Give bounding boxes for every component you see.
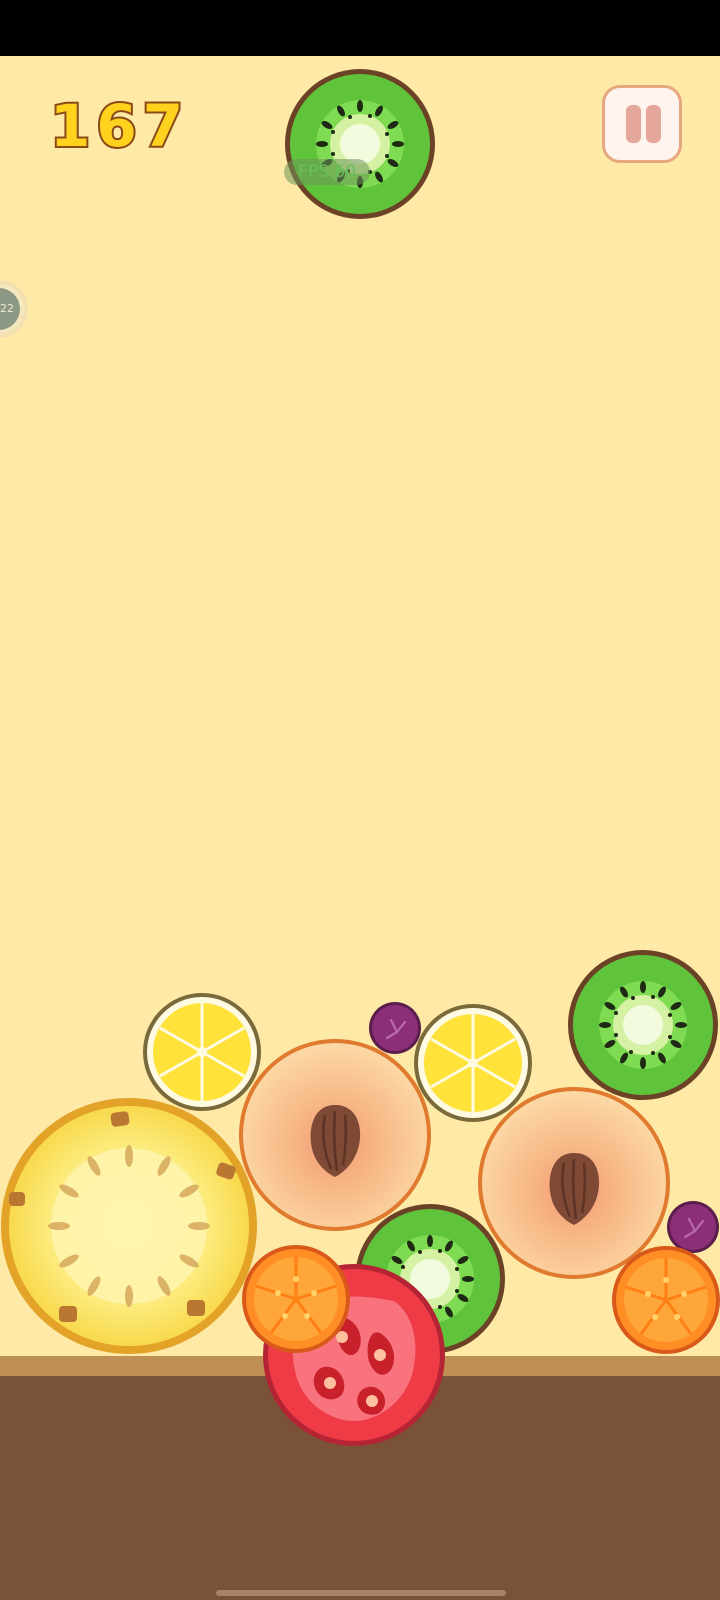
fruit-kiwi: [568, 950, 718, 1100]
fruit-grape: [665, 1199, 720, 1255]
fruit-orange: [240, 1243, 352, 1355]
fruit-peach: [476, 1085, 672, 1281]
fruit-peach: [237, 1037, 433, 1233]
home-indicator[interactable]: [216, 1590, 506, 1596]
fruit-grape: [367, 1000, 423, 1056]
fruit-lemon: [412, 1002, 534, 1124]
fruit-layer: [1, 69, 720, 1446]
fruit-orange: [610, 1244, 720, 1356]
fps-label: FPS 60: [284, 159, 370, 185]
fruit-lemon: [141, 991, 263, 1113]
next-fruit-kiwi[interactable]: [285, 69, 435, 219]
fruit-pineapple: [1, 1098, 257, 1354]
